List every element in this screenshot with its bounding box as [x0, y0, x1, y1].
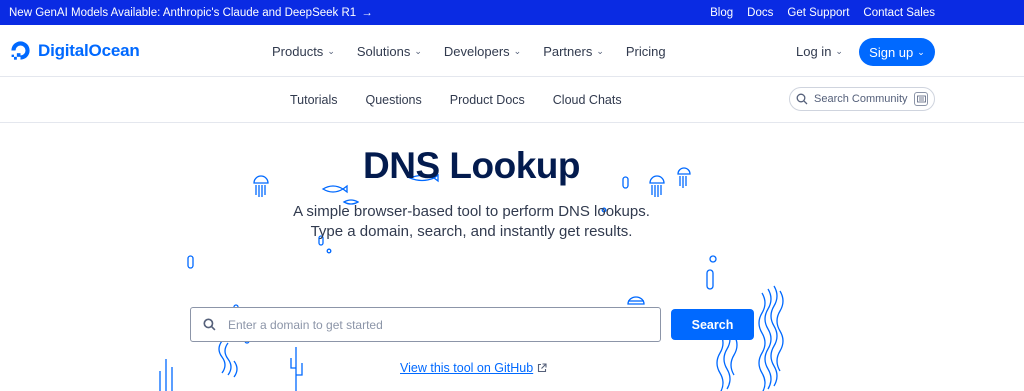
utility-links: Blog Docs Get Support Contact Sales: [710, 7, 935, 19]
seaweed-icon: [218, 340, 226, 374]
chevron-down-icon: ⌄: [327, 46, 335, 56]
arrow-right-icon: →: [361, 6, 373, 19]
nav-item-products[interactable]: Products ⌄: [272, 44, 335, 59]
logo-text: DigitalOcean: [38, 40, 140, 60]
page-description: A simple browser-based tool to perform D…: [0, 202, 943, 242]
search-community-label: Search Community: [814, 93, 908, 105]
coral-icon: [159, 359, 173, 391]
contact-sales-link[interactable]: Contact Sales: [863, 7, 935, 19]
questions-link[interactable]: Questions: [365, 93, 421, 107]
blog-link[interactable]: Blog: [710, 7, 733, 19]
chevron-down-icon: ⌄: [596, 46, 604, 56]
page-title: DNS Lookup: [363, 145, 580, 186]
domain-input[interactable]: [228, 317, 628, 332]
nav-label: Solutions: [356, 44, 411, 59]
chevron-down-icon: ⌄: [414, 46, 422, 56]
description-line: A simple browser-based tool to perform D…: [293, 203, 650, 220]
seaweed-icon: [776, 290, 784, 372]
login-button[interactable]: Log in ⌄: [796, 44, 843, 59]
external-link-icon: [538, 363, 547, 373]
search-button[interactable]: Search: [671, 309, 754, 340]
seaweed-icon: [224, 342, 232, 376]
nav-label: Products: [272, 44, 324, 59]
nav-label: Developers: [443, 44, 510, 59]
login-label: Log in: [796, 44, 832, 59]
tutorials-link[interactable]: Tutorials: [290, 93, 337, 107]
main-navigation: DigitalOcean Products ⌄ Solutions ⌄ Deve…: [0, 25, 1024, 77]
announcement-bar: New GenAI Models Available: Anthropic's …: [0, 0, 1024, 25]
nav-item-pricing[interactable]: Pricing: [626, 44, 666, 59]
chevron-down-icon: ⌄: [835, 46, 843, 56]
seaweed-icon: [758, 292, 766, 391]
github-link[interactable]: View this tool on GitHub: [400, 361, 547, 375]
nav-item-developers[interactable]: Developers ⌄: [444, 44, 521, 59]
seaweed-icon: [233, 360, 238, 378]
chevron-down-icon: ⌄: [917, 46, 925, 57]
primary-nav: Products ⌄ Solutions ⌄ Developers ⌄ Part…: [272, 44, 666, 59]
nav-item-solutions[interactable]: Solutions ⌄: [357, 44, 422, 59]
nav-label: Partners: [543, 44, 593, 59]
cloud-chats-link[interactable]: Cloud Chats: [553, 93, 622, 107]
product-docs-link[interactable]: Product Docs: [450, 93, 525, 107]
seaweed-icon: [770, 285, 778, 387]
nav-label: Pricing: [625, 44, 666, 59]
keyboard-icon: [914, 92, 928, 106]
github-link-label: View this tool on GitHub: [400, 361, 534, 375]
signup-button[interactable]: Sign up ⌄: [859, 38, 935, 66]
community-subnav: Tutorials Questions Product Docs Cloud C…: [0, 77, 1024, 123]
community-links: Tutorials Questions Product Docs Cloud C…: [290, 93, 622, 107]
signup-label: Sign up: [869, 44, 914, 60]
seaweed-icon: [730, 334, 738, 376]
hero-section: DNS Lookup A simple browser-based tool t…: [0, 123, 1024, 391]
search-icon: [796, 93, 808, 105]
announcement-text: New GenAI Models Available: Anthropic's …: [9, 6, 357, 19]
search-community-button[interactable]: Search Community: [789, 87, 935, 111]
search-icon: [203, 318, 216, 331]
nav-item-partners[interactable]: Partners ⌄: [543, 44, 604, 59]
chevron-down-icon: ⌄: [513, 46, 522, 56]
docs-link[interactable]: Docs: [747, 7, 773, 19]
domain-search-box: [190, 307, 661, 342]
seaweed-icon: [716, 332, 724, 391]
description-line: Type a domain, search, and instantly get…: [310, 223, 633, 240]
announcement-link[interactable]: New GenAI Models Available: Anthropic's …: [9, 7, 373, 19]
digitalocean-logo-icon: [11, 41, 30, 60]
logo[interactable]: DigitalOcean: [9, 39, 140, 62]
seaweed-icon: [764, 288, 772, 390]
coral-icon: [290, 347, 303, 391]
get-support-link[interactable]: Get Support: [787, 7, 849, 19]
